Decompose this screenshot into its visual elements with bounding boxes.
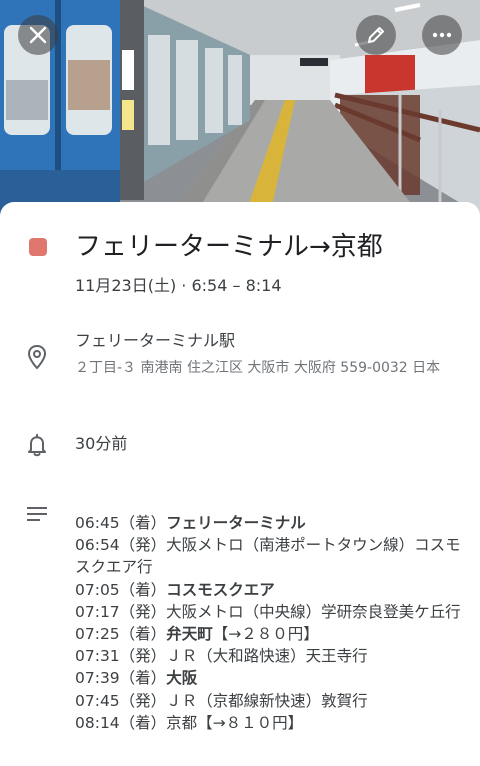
line-time: 08:14 bbox=[75, 713, 120, 732]
location-address[interactable]: ２丁目-３ 南港南 住之江区 大阪市 大阪府 559-0032 日本 bbox=[75, 357, 465, 380]
reminder-text[interactable]: 30分前 bbox=[75, 432, 127, 456]
line-text: （発）大阪メトロ（中央線）学研奈良登美ケ丘行 bbox=[119, 602, 461, 621]
more-options-button[interactable] bbox=[422, 15, 462, 55]
line-text: （発）大阪メトロ（南港ポートタウン線）コスモスクエア行 bbox=[75, 536, 461, 577]
line-text: （発）ＪＲ（京都線新快速）敦賀行 bbox=[119, 691, 368, 710]
edit-button[interactable] bbox=[356, 15, 396, 55]
event-datetime: 11月23日(土) · 6:54 – 8:14 bbox=[75, 276, 282, 295]
line-text: （着） bbox=[119, 625, 167, 644]
location-pin-icon bbox=[26, 344, 48, 374]
event-description: 06:45（着）フェリーターミナル 06:54（発）大阪メトロ（南港ポートタウン… bbox=[75, 512, 475, 734]
line-time: 07:05 bbox=[75, 580, 120, 599]
close-icon bbox=[29, 26, 47, 44]
description-line: 07:45（発）ＪＲ（京都線新快速）敦賀行 bbox=[75, 690, 475, 712]
more-horizontal-icon bbox=[432, 32, 452, 38]
line-station: フェリーターミナル bbox=[166, 514, 306, 532]
line-text: （着） bbox=[119, 669, 167, 688]
line-fare: 【→２８０円】 bbox=[212, 625, 319, 644]
line-time: 07:31 bbox=[75, 647, 120, 666]
line-time: 07:39 bbox=[75, 669, 120, 688]
notes-icon bbox=[26, 506, 48, 526]
platform-illustration bbox=[0, 0, 480, 215]
description-line: 06:45（着）フェリーターミナル bbox=[75, 512, 475, 534]
pencil-icon bbox=[368, 27, 384, 43]
line-time: 07:45 bbox=[75, 691, 120, 710]
line-text: （発）ＪＲ（大和路快速）天王寺行 bbox=[119, 647, 368, 666]
line-time: 06:54 bbox=[75, 536, 120, 555]
description-line: 07:05（着）コスモスクエア bbox=[75, 579, 475, 601]
line-station: 大阪 bbox=[166, 669, 198, 688]
description-line: 07:31（発）ＪＲ（大和路快速）天王寺行 bbox=[75, 645, 475, 667]
location-name[interactable]: フェリーターミナル駅 bbox=[75, 329, 235, 353]
description-line: 06:54（発）大阪メトロ（南港ポートタウン線）コスモスクエア行 bbox=[75, 534, 475, 578]
header-photo bbox=[0, 0, 480, 215]
line-text: （着）京都【→８１０円】 bbox=[119, 713, 304, 732]
line-time: 07:25 bbox=[75, 625, 120, 644]
description-line: 07:17（発）大阪メトロ（中央線）学研奈良登美ケ丘行 bbox=[75, 601, 475, 623]
line-time: 07:17 bbox=[75, 602, 120, 621]
line-text: （着） bbox=[119, 580, 167, 599]
close-button[interactable] bbox=[18, 15, 58, 55]
description-line: 07:25（着）弁天町【→２８０円】 bbox=[75, 623, 475, 645]
description-line: 07:39（着）大阪 bbox=[75, 667, 475, 689]
event-color-swatch bbox=[29, 238, 47, 256]
description-line: 08:14（着）京都【→８１０円】 bbox=[75, 712, 475, 734]
line-text: （着） bbox=[119, 514, 167, 532]
line-station: 弁天町 bbox=[166, 625, 213, 644]
line-time: 06:45 bbox=[75, 514, 120, 532]
event-title: フェリーターミナル→京都 bbox=[75, 232, 383, 262]
bell-icon bbox=[26, 433, 48, 461]
line-station: コスモスクエア bbox=[166, 580, 275, 599]
